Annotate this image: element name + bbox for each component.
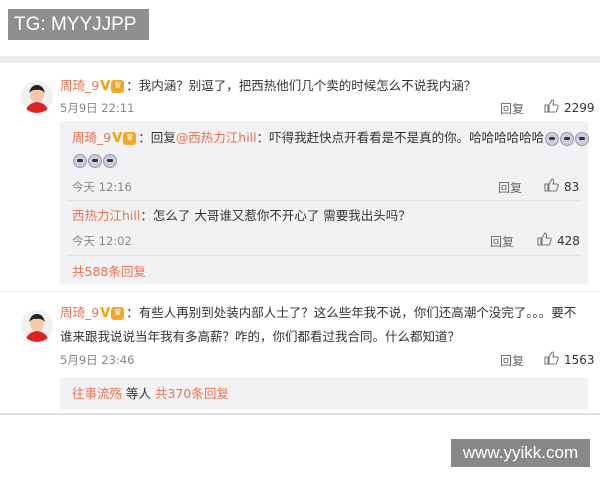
reply-summary: 往事流殇 等人 共370条回复 (72, 385, 229, 403)
comment-text-line2: 谁来跟我说说当年我有多高薪？咋的，你们都看过我合同。什么都知道？ (60, 329, 461, 344)
like-count: 1563 (564, 352, 595, 367)
verified-icon: V (100, 306, 111, 321)
comment-text: 周琦_9V ♛ ：我内涵？别逗了，把西热他们几个卖的时候怎么不说我内涵？ (60, 77, 476, 96)
vip-icon: ♛ (111, 80, 125, 93)
like-count: 2299 (564, 100, 595, 115)
reply-body: ：吓得我赶快点开看看是不是真的你。哈哈哈哈哈哈 (256, 130, 545, 145)
divider (68, 255, 580, 256)
comment-time: 5月9日 22:11 (60, 101, 135, 115)
reply-button[interactable]: 回复 (498, 179, 522, 196)
comment-divider (0, 291, 600, 292)
reply-button[interactable]: 回复 (500, 100, 524, 117)
reply-time: 今天 12:16 (72, 180, 132, 194)
top-divider (0, 56, 600, 63)
vip-icon: ♛ (111, 307, 125, 320)
more-replies-link[interactable]: 共588条回复 (72, 263, 146, 281)
avatar[interactable] (21, 81, 53, 113)
comment-body: ：有些人再别到处装内部人士了？这么些年我不说，你们还高潮个没完了。。。要不 (126, 305, 577, 320)
reply-button[interactable]: 回复 (490, 233, 514, 250)
divider (68, 200, 580, 201)
emoji-icon (103, 153, 117, 168)
vip-icon: ♛ (123, 132, 137, 145)
reply-prefix: ：回复 (138, 130, 176, 145)
comment-time: 5月9日 23:46 (60, 353, 135, 367)
like-button[interactable]: 2299 (544, 99, 595, 116)
thumbs-up-icon (544, 99, 559, 116)
like-count: 428 (557, 233, 580, 248)
mention-link[interactable]: @西热力江hill (176, 130, 257, 145)
thumbs-up-icon (544, 178, 559, 195)
verified-icon: V (100, 79, 111, 94)
username-link[interactable]: 西热力江hill (72, 208, 140, 223)
emoji-row (72, 151, 117, 169)
watermark-bottom: www.yyikk.com (451, 439, 590, 467)
avatar[interactable] (21, 310, 53, 342)
reply-text: 周琦_9V ♛ ：回复@西热力江hill：吓得我赶快点开看看是不是真的你。哈哈哈哈哈… (72, 129, 590, 148)
username-link[interactable]: 往事流殇 (72, 386, 122, 401)
comment-list: 周琦_9V ♛ ：我内涵？别逗了，把西热他们几个卖的时候怎么不说我内涵？ 5月9日 … (0, 63, 600, 413)
reply-body: ：怎么了 大哥谁又惹你不开心了 需要我出头吗？ (140, 208, 411, 223)
comment-text: 周琦_9V ♛ ：有些人再别到处装内部人士了？这么些年我不说，你们还高潮个没完了。。… (60, 304, 576, 323)
like-button[interactable]: 83 (544, 178, 579, 195)
reply-button[interactable]: 回复 (500, 352, 524, 369)
username-link[interactable]: 周琦_9 (60, 78, 99, 93)
bottom-divider (0, 413, 600, 415)
verified-icon: V (112, 131, 123, 146)
watermark-top: TG: MYYJJPP (8, 9, 149, 40)
more-replies-link[interactable]: 共370条回复 (155, 386, 229, 401)
reply-text: 西热力江hill：怎么了 大哥谁又惹你不开心了 需要我出头吗？ (72, 207, 411, 225)
username-link[interactable]: 周琦_9 (60, 305, 99, 320)
thumbs-up-icon (537, 232, 552, 249)
like-button[interactable]: 428 (537, 232, 580, 249)
reply-summary-mid: 等人 (122, 386, 155, 401)
like-count: 83 (564, 179, 580, 194)
username-link[interactable]: 周琦_9 (72, 130, 111, 145)
thumbs-up-icon (544, 351, 559, 368)
emoji-icon (88, 153, 102, 168)
comment-body: ：我内涵？别逗了，把西热他们几个卖的时候怎么不说我内涵？ (126, 78, 477, 93)
emoji-icon (575, 131, 590, 146)
emoji-icon (73, 153, 87, 168)
like-button[interactable]: 1563 (544, 351, 595, 368)
reply-time: 今天 12:02 (72, 234, 132, 248)
emoji-icon (560, 131, 575, 146)
emoji-icon (545, 131, 560, 146)
